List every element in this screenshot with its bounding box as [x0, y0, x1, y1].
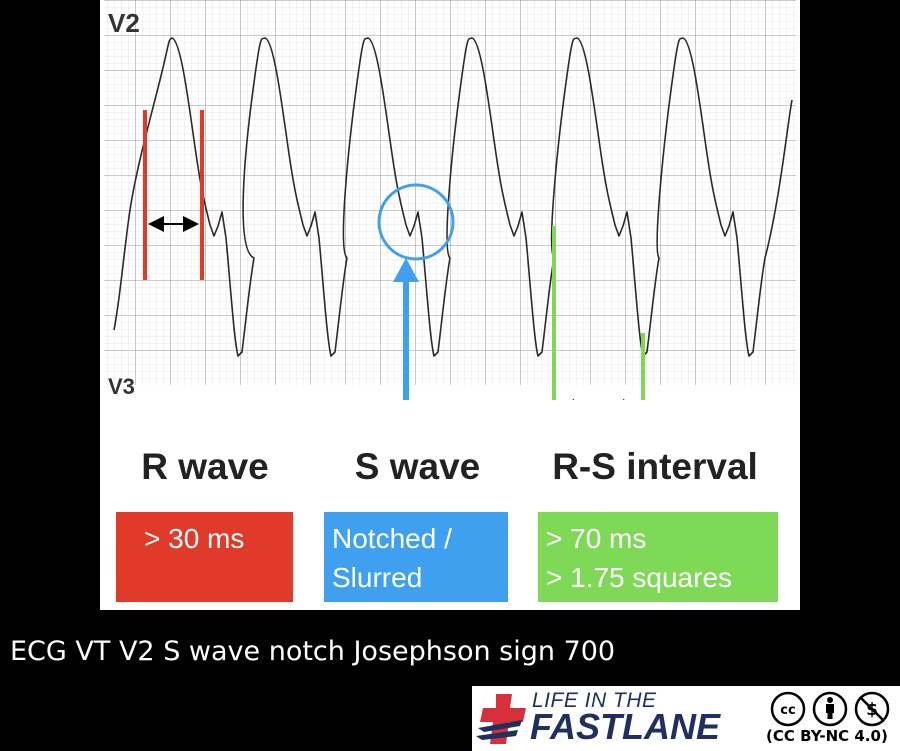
license-text: (CC BY-NC 4.0)	[766, 727, 888, 745]
rs-interval-criterion-box: > 70 ms > 1.75 squares	[538, 512, 778, 602]
site-logo: LIFE IN THE FASTLANE cc $ (CC BY-NC 4.0)	[472, 686, 900, 751]
rs-interval-criterion-line: > 70 ms	[546, 523, 647, 554]
rs-interval-criterion-line: > 1.75 squares	[546, 562, 733, 593]
s-wave-label: S wave	[354, 446, 481, 487]
lead-label: V2	[108, 8, 140, 38]
ecg-figure-panel: V2 V3 R wave S wave R-S interval > 30 ms…	[100, 0, 800, 610]
by-icon	[812, 691, 848, 727]
svg-text:cc: cc	[780, 703, 795, 718]
r-wave-criterion-box: > 30 ms	[116, 512, 293, 602]
license-icons: cc $	[770, 691, 890, 727]
nc-icon: $	[854, 691, 890, 727]
logo-line-2: FASTLANE	[530, 706, 721, 747]
s-wave-criterion-line: Notched /	[332, 523, 452, 554]
cc-icon: cc	[770, 691, 806, 727]
rs-interval-label: R-S interval	[552, 446, 758, 487]
ecg-strip: V2 V3	[104, 0, 796, 400]
r-wave-criterion-line: > 30 ms	[144, 523, 245, 554]
r-wave-label: R wave	[141, 446, 269, 487]
image-caption: ECG VT V2 S wave notch Josephson sign 70…	[10, 636, 616, 667]
s-wave-criterion-line: Slurred	[332, 562, 423, 593]
lead-label-next: V3	[108, 374, 135, 399]
fastlane-cross-icon	[476, 694, 526, 744]
s-wave-criterion-box: Notched / Slurred	[324, 512, 508, 602]
